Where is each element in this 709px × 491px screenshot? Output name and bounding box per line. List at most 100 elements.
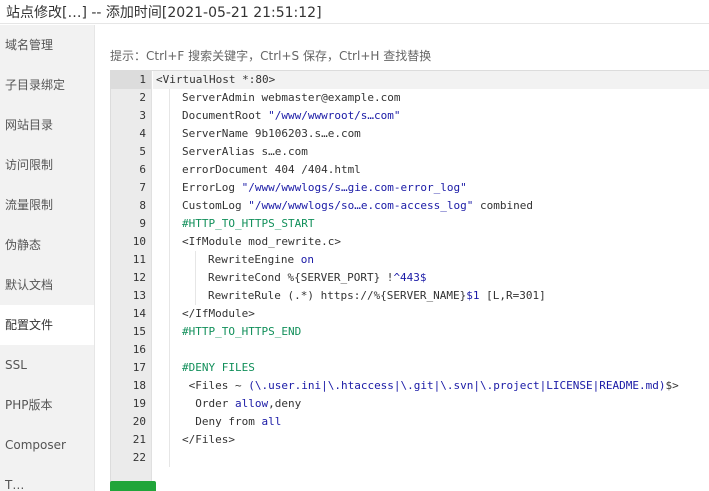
code-token: allow <box>234 397 269 410</box>
code-token: RewriteRule (.*) https://%{SERVER_NAME} <box>208 289 467 302</box>
line-number: 13 <box>132 289 146 302</box>
indent-guide <box>169 89 170 107</box>
code-token: CustomLog <box>182 199 249 212</box>
title-bar: 站点修改[…] -- 添加时间[2021-05-21 21:51:12] <box>0 0 709 24</box>
indent-guide <box>169 143 170 161</box>
code-line: RewriteCond %{SERVER_PORT} !^443$ <box>153 269 709 287</box>
code-token: "/www/wwwlogs/s…gie.com-error_log" <box>241 181 467 194</box>
indent-guide <box>169 197 170 215</box>
line-number: 18 <box>132 379 146 392</box>
sidebar: 域名管理 子目录绑定 网站目录 访问限制 流量限制 伪静态 默认文档 配置文件 SSL PHP版本… <box>0 25 95 491</box>
indent-guide <box>169 233 170 251</box>
line-number: 12 <box>132 271 146 284</box>
line-number: 20 <box>132 415 146 428</box>
code-token: ServerAdmin webmaster@example.com <box>182 91 401 104</box>
main-content: 提示：Ctrl+F 搜索关键字，Ctrl+S 保存，Ctrl+H 查找替换 12… <box>96 25 709 491</box>
code-line: ErrorLog "/www/wwwlogs/s…gie.com-error_l… <box>153 179 709 197</box>
code-token: <VirtualHost *:80> <box>156 73 276 86</box>
line-number: 4 <box>139 127 146 140</box>
code-token: "/www/wwwroot/s…com" <box>268 109 401 122</box>
indent-guide <box>169 251 170 269</box>
code-token: #HTTP_TO_HTTPS_START <box>182 217 315 230</box>
config-editor[interactable]: 1 2 3 4 5 6 7 8 9 10 11 12 13 14 15 16 17 18 19 20 21 22 <Vir… <box>110 70 709 491</box>
code-line: #HTTP_TO_HTTPS_END <box>153 323 709 341</box>
line-number: 8 <box>139 199 146 212</box>
sidebar-item[interactable]: 伪静态 <box>0 225 94 265</box>
save-button[interactable] <box>110 481 156 491</box>
sidebar-item[interactable]: T… <box>0 465 94 491</box>
code-token: $> <box>665 379 679 392</box>
sidebar-item[interactable]: PHP版本 <box>0 385 94 425</box>
code-token: combined <box>473 199 534 212</box>
line-number: 10 <box>132 235 146 248</box>
code-line: CustomLog "/www/wwwlogs/so…e.com-access_… <box>153 197 709 215</box>
code-area[interactable]: <VirtualHost *:80> ServerAdmin webmaster@… <box>153 71 709 467</box>
line-number-gutter: 1 2 3 4 5 6 7 8 9 10 11 12 13 14 15 16 17 18 19 20 21 22 <box>111 71 152 491</box>
code-line: ServerAlias s…e.com <box>153 143 709 161</box>
code-token: </IfModule> <box>182 307 255 320</box>
code-line: ServerAdmin webmaster@example.com <box>153 89 709 107</box>
sidebar-item[interactable]: SSL <box>0 345 94 385</box>
indent-guide <box>169 161 170 179</box>
sidebar-item[interactable]: 子目录绑定 <box>0 65 94 105</box>
code-token: [L,R=301] <box>479 289 546 302</box>
line-number: 21 <box>132 433 146 446</box>
code-line: </Files> <box>153 431 709 449</box>
code-line: <IfModule mod_rewrite.c> <box>153 233 709 251</box>
code-token: #HTTP_TO_HTTPS_END <box>182 325 302 338</box>
sidebar-item[interactable]: 访问限制 <box>0 145 94 185</box>
code-line: <Files ~ (\.user.ini|\.htaccess|\.git|\.… <box>153 377 709 395</box>
indent-guide <box>169 377 170 395</box>
code-token: ServerName 9b106203.s…e.com <box>182 127 361 140</box>
indent-guide <box>195 287 196 305</box>
code-line: DocumentRoot "/www/wwwroot/s…com" <box>153 107 709 125</box>
code-token: Deny from <box>182 415 262 428</box>
sidebar-item[interactable]: 域名管理 <box>0 25 94 65</box>
code-line: errorDocument 404 /404.html <box>153 161 709 179</box>
code-line: Deny from all <box>153 413 709 431</box>
line-number: 14 <box>132 307 146 320</box>
indent-guide <box>195 251 196 269</box>
line-number: 3 <box>139 109 146 122</box>
code-line: RewriteRule (.*) https://%{SERVER_NAME}$… <box>153 287 709 305</box>
code-token: ,deny <box>268 397 302 410</box>
indent-guide <box>169 395 170 413</box>
code-line: #DENY FILES <box>153 359 709 377</box>
code-line <box>153 449 709 467</box>
line-number: 17 <box>132 361 146 374</box>
sidebar-item[interactable]: 配置文件 <box>0 305 94 345</box>
indent-guide <box>169 287 170 305</box>
line-number: 16 <box>132 343 146 356</box>
line-number: 22 <box>132 451 146 464</box>
line-number: 5 <box>139 145 146 158</box>
line-number: 1 <box>111 71 151 89</box>
code-line: <VirtualHost *:80> <box>153 71 709 89</box>
sidebar-item[interactable]: 网站目录 <box>0 105 94 145</box>
indent-guide <box>169 269 170 287</box>
code-token: ErrorLog <box>182 181 242 194</box>
code-line: ServerName 9b106203.s…e.com <box>153 125 709 143</box>
indent-guide <box>169 449 170 467</box>
code-token: "/www/wwwlogs/so…e.com-access_log" <box>248 199 474 212</box>
shortcut-hint: 提示：Ctrl+F 搜索关键字，Ctrl+S 保存，Ctrl+H 查找替换 <box>110 49 432 63</box>
indent-guide <box>169 215 170 233</box>
indent-guide <box>169 341 170 359</box>
indent-guide <box>169 107 170 125</box>
code-token: all <box>261 415 282 428</box>
code-token: </Files> <box>182 433 235 446</box>
sidebar-item[interactable]: 流量限制 <box>0 185 94 225</box>
code-token: RewriteCond %{SERVER_PORT} ! <box>208 271 394 284</box>
indent-guide <box>169 125 170 143</box>
indent-guide <box>169 305 170 323</box>
sidebar-item[interactable]: Composer <box>0 425 94 465</box>
code-token: $1 <box>466 289 480 302</box>
line-number: 7 <box>139 181 146 194</box>
code-token: Order <box>182 397 235 410</box>
code-token: <IfModule mod_rewrite.c> <box>182 235 341 248</box>
indent-guide <box>195 269 196 287</box>
line-number: 19 <box>132 397 146 410</box>
code-token: errorDocument 404 /404.html <box>182 163 361 176</box>
sidebar-item[interactable]: 默认文档 <box>0 265 94 305</box>
indent-guide <box>169 359 170 377</box>
line-number: 2 <box>139 91 146 104</box>
